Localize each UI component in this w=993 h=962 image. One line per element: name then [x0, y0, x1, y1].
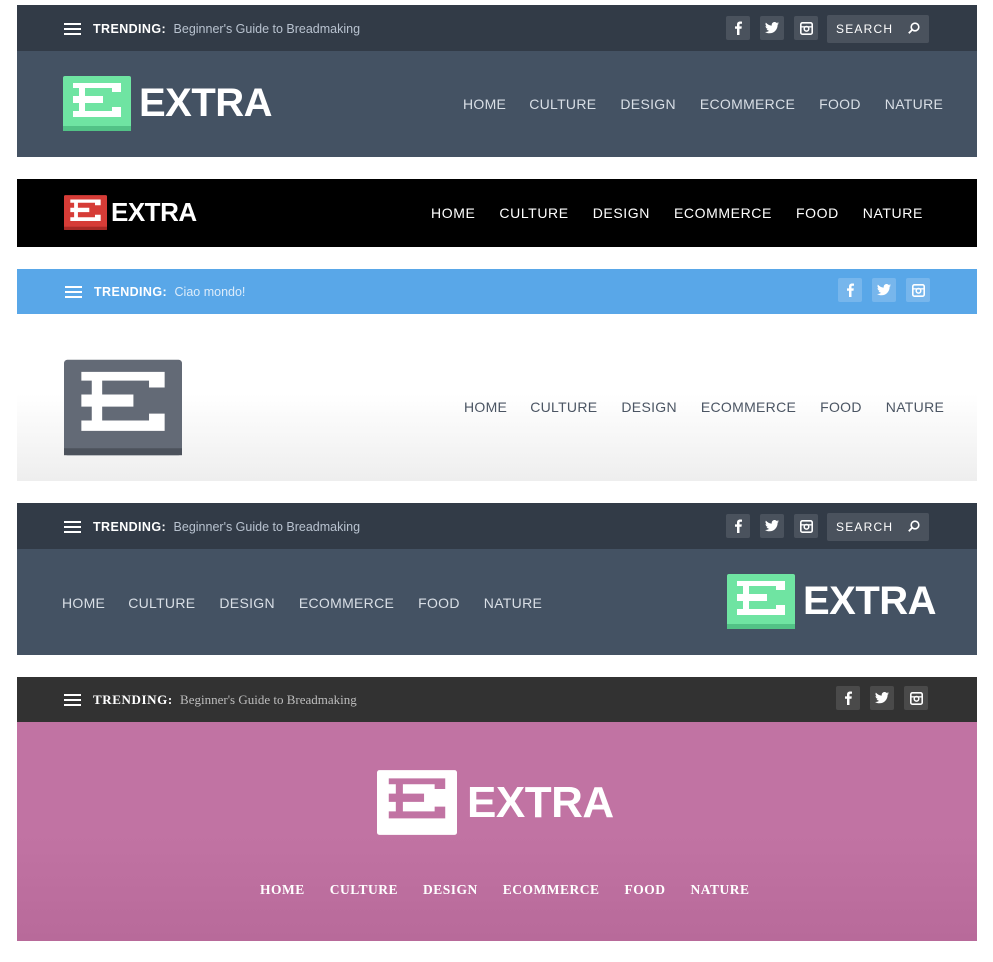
site-logo[interactable]: EXTRA	[377, 770, 614, 835]
trending-ticker[interactable]: TRENDING: Beginner's Guide to Breadmakin…	[93, 520, 360, 534]
nav-item-ecommerce[interactable]: ECOMMERCE	[503, 882, 600, 898]
facebook-icon[interactable]	[838, 278, 862, 302]
twitter-icon[interactable]	[760, 16, 784, 40]
logo-wordmark: EXTRA	[467, 777, 614, 827]
nav-item-home[interactable]: HOME	[464, 399, 507, 415]
twitter-icon[interactable]	[872, 278, 896, 302]
top-bar: TRENDING: Ciao mondo!	[17, 269, 977, 314]
search-box[interactable]: SEARCH	[827, 15, 929, 43]
search-input[interactable]: SEARCH	[836, 520, 893, 534]
search-icon[interactable]	[907, 519, 921, 538]
main-nav: HOME CULTURE DESIGN ECOMMERCE FOOD NATUR…	[62, 595, 542, 611]
nav-item-design[interactable]: DESIGN	[219, 595, 274, 611]
main-nav: HOME CULTURE DESIGN ECOMMERCE FOOD NATUR…	[431, 205, 923, 221]
nav-item-culture[interactable]: CULTURE	[128, 595, 195, 611]
header-variant-4: TRENDING: Beginner's Guide to Breadmakin…	[17, 503, 977, 655]
nav-item-home[interactable]: HOME	[62, 595, 105, 611]
trending-link[interactable]: Beginner's Guide to Breadmaking	[174, 22, 361, 36]
twitter-icon[interactable]	[870, 686, 894, 710]
trending-link[interactable]: Beginner's Guide to Breadmaking	[180, 692, 357, 707]
extra-logo-icon	[377, 770, 457, 835]
nav-item-ecommerce[interactable]: ECOMMERCE	[700, 96, 795, 112]
instagram-icon[interactable]	[794, 514, 818, 538]
site-logo[interactable]: EXTRA	[64, 195, 197, 230]
site-logo[interactable]: EXTRA	[63, 76, 273, 131]
facebook-icon[interactable]	[726, 514, 750, 538]
search-input[interactable]: SEARCH	[836, 22, 893, 36]
nav-item-home[interactable]: HOME	[260, 882, 305, 898]
hamburger-icon[interactable]	[64, 23, 81, 35]
nav-item-food[interactable]: FOOD	[796, 205, 839, 221]
nav-item-nature[interactable]: NATURE	[885, 96, 943, 112]
nav-item-food[interactable]: FOOD	[625, 882, 666, 898]
nav-item-home[interactable]: HOME	[431, 205, 475, 221]
header-variant-2: EXTRA HOME CULTURE DESIGN ECOMMERCE FOOD…	[17, 179, 977, 247]
nav-item-design[interactable]: DESIGN	[423, 882, 478, 898]
site-logo[interactable]: EXTRA	[727, 574, 937, 629]
hamburger-icon[interactable]	[65, 286, 82, 298]
nav-item-ecommerce[interactable]: ECOMMERCE	[299, 595, 394, 611]
main-nav: HOME CULTURE DESIGN ECOMMERCE FOOD NATUR…	[463, 96, 943, 112]
hamburger-icon[interactable]	[64, 521, 81, 533]
nav-item-design[interactable]: DESIGN	[620, 96, 675, 112]
nav-item-nature[interactable]: NATURE	[484, 595, 542, 611]
logo-wordmark: EXTRA	[803, 579, 937, 623]
nav-item-ecommerce[interactable]: ECOMMERCE	[674, 205, 772, 221]
extra-logo-icon	[64, 359, 182, 456]
trending-ticker[interactable]: TRENDING: Beginner's Guide to Breadmakin…	[93, 22, 360, 36]
nav-item-culture[interactable]: CULTURE	[530, 399, 597, 415]
nav-item-food[interactable]: FOOD	[819, 96, 861, 112]
facebook-icon[interactable]	[836, 686, 860, 710]
header-variant-3: TRENDING: Ciao mondo! HOME CULTURE DESIG…	[17, 269, 977, 481]
nav-item-nature[interactable]: NATURE	[886, 399, 944, 415]
instagram-icon[interactable]	[906, 278, 930, 302]
nav-item-culture[interactable]: CULTURE	[529, 96, 596, 112]
instagram-icon[interactable]	[794, 16, 818, 40]
trending-label: TRENDING:	[93, 22, 167, 36]
top-bar: TRENDING: Beginner's Guide to Breadmakin…	[17, 5, 977, 51]
nav-item-nature[interactable]: NATURE	[863, 205, 923, 221]
search-icon[interactable]	[907, 21, 921, 40]
trending-label: TRENDING:	[94, 285, 168, 299]
top-bar: TRENDING: Beginner's Guide to Breadmakin…	[17, 503, 977, 549]
nav-item-nature[interactable]: NATURE	[691, 882, 750, 898]
extra-logo-icon	[727, 574, 795, 629]
trending-label: TRENDING:	[93, 520, 167, 534]
logo-wordmark: EXTRA	[139, 81, 273, 125]
extra-logo-icon	[63, 76, 131, 131]
facebook-icon[interactable]	[726, 16, 750, 40]
nav-item-home[interactable]: HOME	[463, 96, 506, 112]
extra-logo-icon	[64, 195, 107, 230]
instagram-icon[interactable]	[904, 686, 928, 710]
search-box[interactable]: SEARCH	[827, 513, 929, 541]
main-nav: HOME CULTURE DESIGN ECOMMERCE FOOD NATUR…	[464, 399, 944, 415]
nav-item-design[interactable]: DESIGN	[621, 399, 676, 415]
nav-item-food[interactable]: FOOD	[418, 595, 460, 611]
main-nav: HOME CULTURE DESIGN ECOMMERCE FOOD NATUR…	[260, 882, 750, 898]
nav-item-culture[interactable]: CULTURE	[499, 205, 568, 221]
trending-link[interactable]: Beginner's Guide to Breadmaking	[174, 520, 361, 534]
nav-item-food[interactable]: FOOD	[820, 399, 862, 415]
header-variant-1: TRENDING: Beginner's Guide to Breadmakin…	[17, 5, 977, 157]
header-variant-5: TRENDING: Beginner's Guide to Breadmakin…	[17, 677, 977, 941]
site-logo[interactable]	[64, 359, 182, 456]
trending-label: TRENDING:	[93, 692, 173, 707]
nav-item-culture[interactable]: CULTURE	[330, 882, 398, 898]
logo-wordmark: EXTRA	[111, 197, 197, 227]
twitter-icon[interactable]	[760, 514, 784, 538]
trending-link[interactable]: Ciao mondo!	[175, 285, 246, 299]
hamburger-icon[interactable]	[64, 694, 81, 706]
trending-ticker[interactable]: TRENDING: Beginner's Guide to Breadmakin…	[93, 692, 357, 708]
top-bar: TRENDING: Beginner's Guide to Breadmakin…	[17, 677, 977, 722]
nav-item-design[interactable]: DESIGN	[593, 205, 650, 221]
nav-item-ecommerce[interactable]: ECOMMERCE	[701, 399, 796, 415]
trending-ticker[interactable]: TRENDING: Ciao mondo!	[94, 285, 245, 299]
